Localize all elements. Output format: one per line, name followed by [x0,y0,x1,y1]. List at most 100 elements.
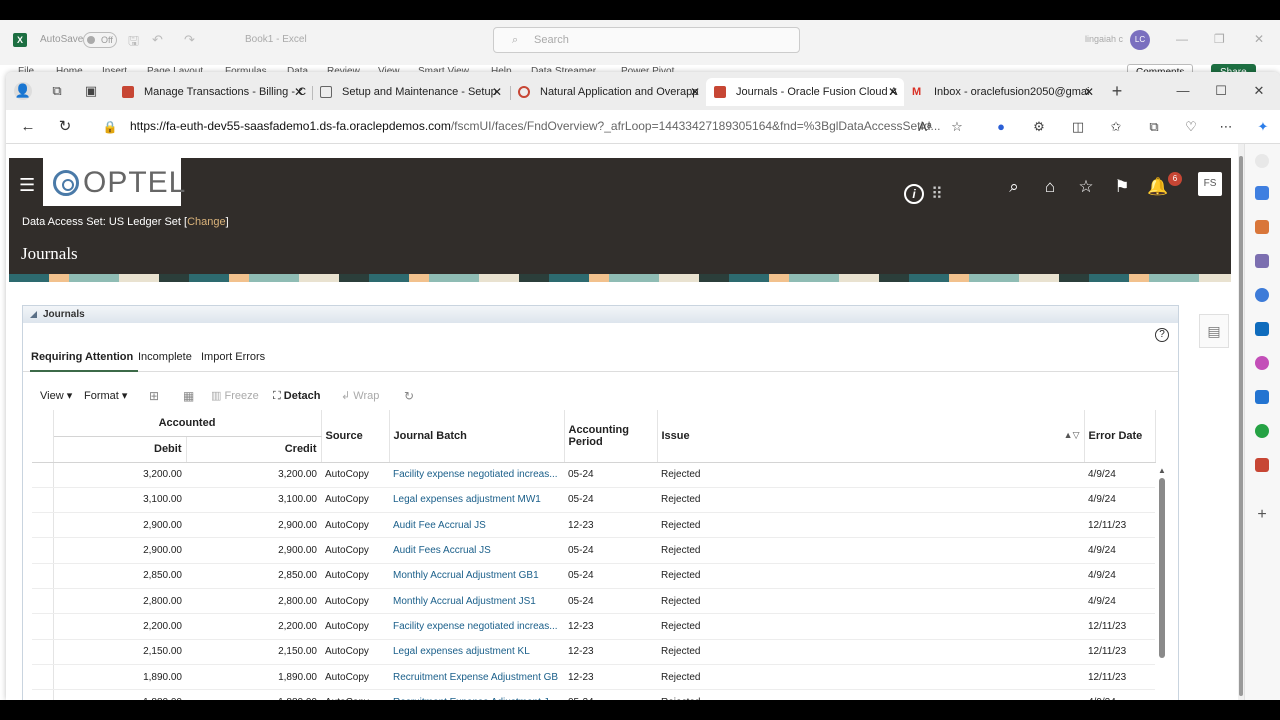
excel-search-box[interactable]: ⌕ Search [493,27,800,53]
table-row[interactable]: 1,890.00 1,890.00 AutoCopy Recruitment Expe… [32,664,1155,691]
browser-maximize-icon[interactable]: ☐ [1212,82,1230,100]
autosave-toggle[interactable]: Off [83,32,117,48]
watchlist-flag-icon[interactable]: ⚑ [1111,176,1133,198]
column-header-credit[interactable]: Credit [186,436,322,463]
collections-icon[interactable]: ⧉ [1145,118,1163,136]
wrap-button[interactable]: ↲ Wrap [341,388,379,404]
add-sidebar-app-icon[interactable]: + [1255,507,1269,523]
journal-batch-link[interactable]: Recruitment Expense Adjustment J... [389,689,564,700]
panel-header[interactable]: Journals [23,306,1178,323]
tab-incomplete[interactable]: Incomplete [138,349,192,372]
page-contents-panel-icon[interactable]: ▤ [1199,314,1229,348]
oracle-app-icon[interactable] [1255,458,1269,472]
navigator-menu-icon[interactable]: ☰ [19,176,37,194]
table-row[interactable]: 1,880.001,880.00AutoCopyRecruitment Expe… [32,689,1155,700]
help-icon[interactable]: ? [1155,328,1169,342]
journal-batch-link[interactable]: Monthly Accrual Adjustment JS1 [389,588,564,615]
column-header-accounting-period[interactable]: Accounting Period [564,410,658,463]
favorites-icon[interactable]: ✩ [1107,118,1125,136]
company-logo[interactable]: OPTEL [43,158,185,206]
column-header-error-date[interactable]: Error Date [1084,410,1156,463]
table-row[interactable]: 2,800.00 2,800.00 AutoCopy Monthly Accrual … [32,588,1155,615]
lock-icon[interactable]: 🔒 [100,117,120,137]
freeze-button[interactable]: ▥ Freeze [211,388,259,404]
table-row[interactable]: 2,150.00 2,150.00 AutoCopy Legal expenses a… [32,639,1155,665]
query-by-example-icon[interactable]: ⊞ [149,388,159,404]
split-screen-icon[interactable]: ◫ [1069,118,1087,136]
shopping-icon[interactable] [1255,186,1269,200]
browser-close-icon[interactable]: ✕ [1250,82,1268,100]
scroll-up-icon[interactable]: ▲ [1158,466,1166,475]
tab-setup-maintenance[interactable]: Setup and Maintenance - Setup ✕ [312,78,508,106]
whatsapp-icon[interactable] [1255,424,1269,438]
tab-requiring-attention[interactable]: Requiring Attention [30,349,139,372]
home-icon[interactable]: ⌂ [1039,176,1061,198]
column-header-journal-batch[interactable]: Journal Batch [389,410,565,463]
info-icon[interactable]: i [904,184,924,204]
view-menu[interactable]: View ▾ [40,388,72,404]
tab-manage-transactions[interactable]: Manage Transactions - Billing - C ✕ [114,78,310,106]
designer-icon[interactable] [1255,356,1269,370]
outlook-icon[interactable] [1255,322,1269,336]
journal-batch-link[interactable]: Audit Fee Accrual JS [389,512,564,539]
table-row[interactable]: 3,200.00 3,200.00 AutoCopy Facility expense… [32,462,1155,488]
close-tab-icon[interactable]: ✕ [294,78,304,106]
table-row[interactable]: 3,100.00 3,100.00 AutoCopy Legal expenses a… [32,487,1155,514]
workspaces-icon[interactable]: ⧉ [48,82,66,100]
journal-batch-link[interactable]: Legal expenses adjustment KL [389,639,564,665]
tab-import-errors[interactable]: Import Errors [201,349,265,372]
table-row[interactable]: 2,200.00 2,200.00 AutoCopy Facility expense… [32,613,1155,640]
browser-minimize-icon[interactable]: — [1174,82,1192,100]
detach-button[interactable]: ⛶ Detach [273,388,320,404]
restore-icon[interactable]: ❐ [1214,32,1225,46]
minimize-icon[interactable]: — [1176,32,1188,46]
table-scroll-thumb[interactable] [1159,478,1165,658]
table-row[interactable]: 2,850.00 2,850.00 AutoCopy Monthly Accrual … [32,563,1155,589]
table-scrollbar[interactable]: ▲ ▼ [1158,466,1166,700]
profile-icon[interactable]: 👤 [14,82,32,100]
journal-batch-link[interactable]: Facility expense negotiated increas... [389,613,564,640]
excel-avatar[interactable]: LC [1130,30,1150,50]
journal-batch-link[interactable]: Audit Fees Accrual JS [389,537,564,564]
table-row[interactable]: 2,900.00 2,900.00 AutoCopy Audit Fees Accru… [32,537,1155,564]
close-tab-icon[interactable]: ✕ [492,78,502,106]
save-icon[interactable]: 🖫 [128,32,139,54]
format-menu[interactable]: Format ▾ [84,388,127,404]
journal-batch-link[interactable]: Facility expense negotiated increas... [389,462,564,488]
notifications-bell-icon[interactable]: 🔔 [1147,176,1169,198]
browser-essentials-icon[interactable]: ♡ [1182,118,1200,136]
close-tab-icon[interactable]: ✕ [888,78,898,106]
undo-icon[interactable]: ↶ [152,32,163,48]
redo-icon[interactable]: ↷ [184,32,195,48]
read-aloud-icon[interactable]: Aᵃ [916,118,934,136]
user-avatar[interactable]: FS [1198,172,1222,196]
tab-actions-icon[interactable]: ▣ [82,82,100,100]
column-header-source[interactable]: Source [321,410,390,463]
extension-icon[interactable]: ● [992,118,1010,136]
journal-batch-link[interactable]: Legal expenses adjustment MW1 [389,487,564,514]
extensions-icon[interactable]: ⚙ [1030,118,1048,136]
back-icon[interactable]: ← [18,117,38,137]
new-tab-icon[interactable]: + [1108,82,1126,100]
more-options-icon[interactable]: ⋯ [1217,118,1235,136]
sort-toggle-icon[interactable]: ▲▽ [1064,430,1080,441]
favorites-star-icon[interactable]: ☆ [1075,176,1097,198]
url-field[interactable]: https://fa-euth-dev55-saasfademo1.ds-fa.… [130,119,940,133]
column-header-issue[interactable]: Issue ▲▽ [657,410,1085,463]
table-row[interactable]: 2,900.00 2,900.00 AutoCopy Audit Fee Accrua… [32,512,1155,539]
close-icon[interactable]: ✕ [1254,32,1264,46]
close-tab-icon[interactable]: ✕ [1084,78,1094,106]
close-tab-icon[interactable]: ✕ [690,78,700,106]
manage-columns-icon[interactable]: ▦ [183,388,194,404]
journal-batch-link[interactable]: Monthly Accrual Adjustment GB1 [389,563,564,589]
search-icon[interactable]: ⌕ [1003,176,1025,198]
page-scroll-thumb[interactable] [1239,156,1243,696]
tab-journals[interactable]: Journals - Oracle Fusion Cloud A ✕ [706,78,904,106]
favorite-star-icon[interactable]: ☆ [948,118,966,136]
tools-icon[interactable] [1255,220,1269,234]
copilot-icon[interactable]: ✦ [1254,118,1272,136]
games-icon[interactable] [1255,254,1269,268]
change-data-access-link[interactable]: Change [187,216,226,228]
microsoft365-icon[interactable] [1255,288,1269,302]
tab-inbox[interactable]: M Inbox - oraclefusion2050@gmai ✕ [904,78,1100,106]
